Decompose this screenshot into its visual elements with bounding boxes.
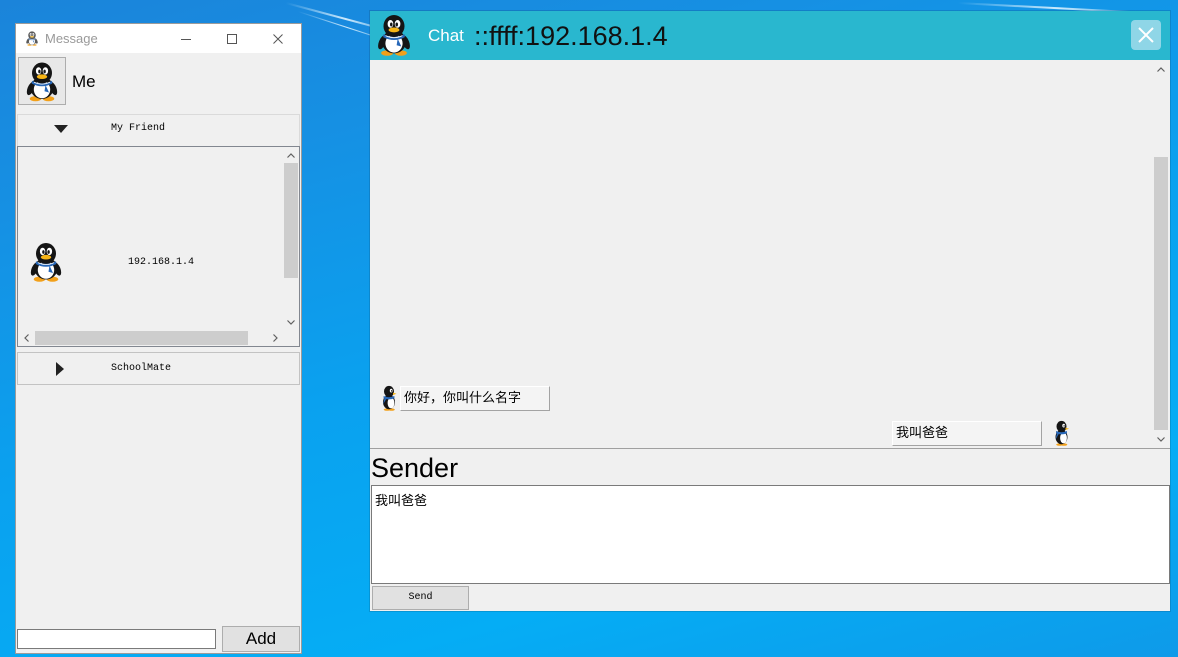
chevron-down-icon — [1157, 436, 1165, 442]
chevron-left-icon — [23, 334, 29, 342]
friend-list[interactable]: 192.168.1.4 — [17, 146, 300, 347]
penguin-icon — [26, 61, 58, 102]
scroll-down-button[interactable] — [1153, 431, 1169, 447]
outgoing-message: 我叫爸爸 — [892, 421, 1042, 446]
chat-header[interactable]: Chat ::ffff:192.168.1.4 — [370, 11, 1170, 60]
profile-name: Me — [72, 72, 96, 91]
add-button[interactable]: Add — [222, 626, 300, 652]
add-friend-input[interactable] — [17, 629, 216, 649]
triangle-down-icon — [54, 125, 68, 133]
group-label: SchoolMate — [111, 363, 172, 374]
chevron-right-icon — [272, 334, 278, 342]
penguin-icon — [30, 242, 62, 282]
scroll-right-button[interactable] — [267, 330, 283, 346]
scroll-left-button[interactable] — [18, 330, 34, 346]
chevron-up-icon — [287, 152, 295, 158]
close-icon — [1138, 27, 1154, 43]
divider — [370, 448, 1170, 449]
chat-close-button[interactable] — [1131, 20, 1161, 50]
vertical-scrollbar[interactable] — [283, 147, 299, 330]
vertical-scrollbar[interactable] — [1153, 60, 1169, 448]
scrollbar-thumb[interactable] — [35, 331, 248, 345]
message-compose-input[interactable]: 我叫爸爸 — [371, 485, 1170, 584]
scroll-down-button[interactable] — [283, 314, 299, 330]
close-icon — [273, 33, 283, 44]
chat-title: Chat — [428, 26, 464, 45]
scroll-up-button[interactable] — [1153, 61, 1169, 77]
message-window: Message Me My Friend 192.168.1.4 SchoolM… — [15, 23, 302, 654]
chat-window: Chat ::ffff:192.168.1.4 你好，你叫什么名字 我叫爸爸 S… — [370, 11, 1170, 611]
window-title: Message — [45, 31, 98, 46]
penguin-icon — [377, 14, 411, 56]
close-button[interactable] — [255, 24, 301, 53]
sender-label: Sender — [371, 453, 459, 483]
minimize-icon — [181, 38, 191, 40]
maximize-icon — [227, 33, 237, 44]
friend-address-label: 192.168.1.4 — [128, 257, 195, 268]
group-label: My Friend — [111, 123, 166, 134]
incoming-message: 你好，你叫什么名字 — [400, 386, 550, 411]
message-window-titlebar[interactable]: Message — [16, 24, 301, 53]
message-history[interactable]: 你好，你叫什么名字 我叫爸爸 — [370, 60, 1170, 448]
penguin-icon — [26, 31, 38, 46]
list-item[interactable]: 192.168.1.4 — [18, 235, 283, 299]
maximize-button[interactable] — [209, 24, 255, 53]
triangle-right-icon — [56, 362, 64, 376]
scrollbar-thumb[interactable] — [1154, 157, 1168, 430]
scrollbar-corner — [283, 330, 299, 346]
peer-address: ::ffff:192.168.1.4 — [474, 21, 668, 51]
scroll-up-button[interactable] — [283, 147, 299, 163]
penguin-side-icon — [383, 385, 397, 411]
minimize-button[interactable] — [163, 24, 209, 53]
group-header-schoolmate[interactable]: SchoolMate — [17, 352, 300, 385]
send-button[interactable]: Send — [372, 586, 469, 610]
chevron-down-icon — [287, 319, 295, 325]
horizontal-scrollbar[interactable] — [18, 330, 283, 346]
my-avatar-button[interactable] — [18, 57, 66, 105]
penguin-side-icon — [1055, 420, 1070, 446]
scrollbar-thumb[interactable] — [284, 163, 298, 278]
chevron-up-icon — [1157, 66, 1165, 72]
group-header-my-friend[interactable]: My Friend — [17, 114, 300, 146]
